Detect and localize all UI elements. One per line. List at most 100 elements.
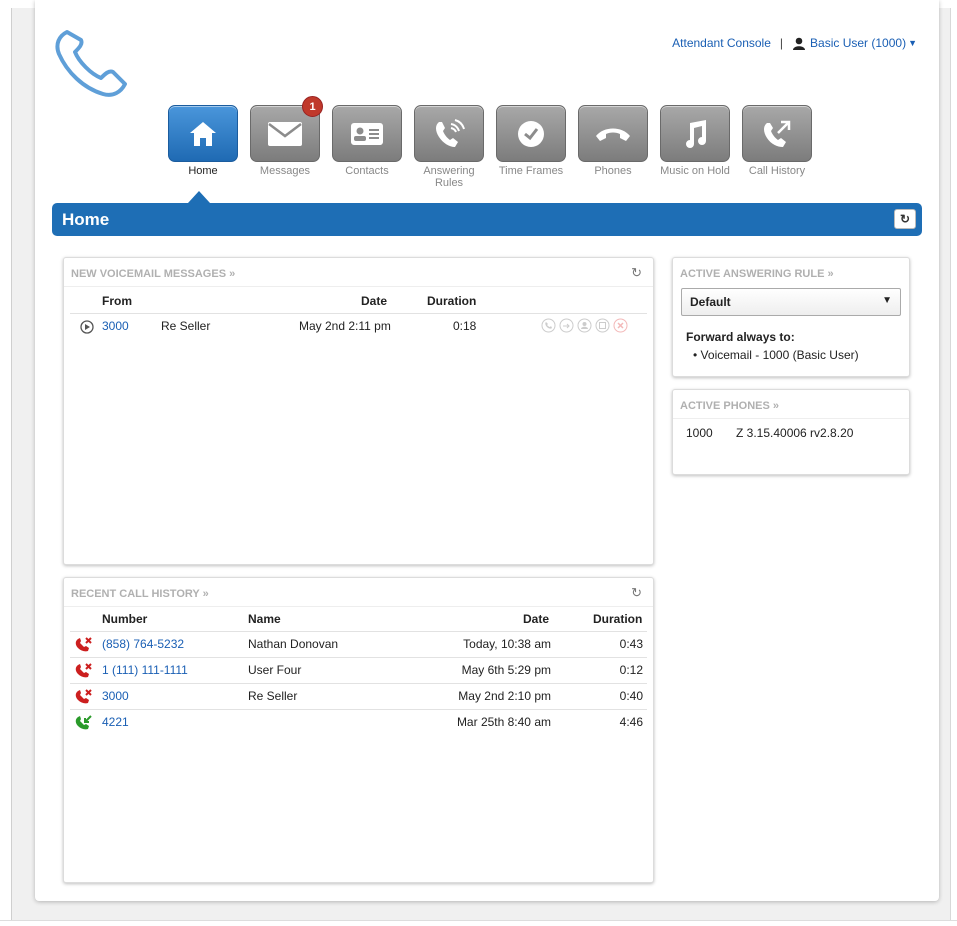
missed-call-icon <box>75 637 92 652</box>
voicemail-panel: NEW VOICEMAIL MESSAGES » ↻ From Date Dur… <box>63 257 654 565</box>
call-history-number[interactable]: (858) 764-5232 <box>102 637 184 651</box>
user-menu-label: Basic User (1000) <box>810 36 907 50</box>
incoming-call-icon <box>75 715 92 730</box>
forward-label: Forward always to: <box>686 330 795 344</box>
forward-item: • Voicemail - 1000 (Basic User) <box>693 348 859 362</box>
chevron-down-icon: ▼ <box>908 38 917 48</box>
call-back-icon[interactable] <box>541 318 556 333</box>
call-history-duration: 0:43 <box>619 637 643 651</box>
voicemail-from-name: Re Seller <box>161 319 211 333</box>
call-history-date: May 2nd 2:10 pm <box>458 689 551 703</box>
call-history-date: Today, 10:38 am <box>463 637 551 651</box>
nav-contacts[interactable]: Contacts <box>326 105 408 189</box>
call-history-col-duration: Duration <box>593 612 643 626</box>
voicemail-duration: 0:18 <box>453 319 477 333</box>
answering-rule-panel-header: ACTIVE ANSWERING RULE » <box>673 258 909 288</box>
play-icon[interactable] <box>80 320 94 334</box>
call-history-number[interactable]: 1 (111) 111-1111 <box>102 663 188 677</box>
call-history-date: May 6th 5:29 pm <box>461 663 551 677</box>
chevron-down-icon: ▼ <box>882 295 892 306</box>
contact-card-icon <box>351 122 383 145</box>
nav-contacts-label: Contacts <box>345 165 389 177</box>
nav-messages-label: Messages <box>259 165 311 177</box>
nav-home-label: Home <box>188 165 218 177</box>
call-history-col-name: Name <box>248 612 281 626</box>
delete-icon[interactable] <box>613 318 628 333</box>
missed-call-icon <box>75 689 92 704</box>
call-history-row[interactable]: 3000 Re Seller May 2nd 2:10 pm 0:40 <box>70 683 647 709</box>
nav-phones-label: Phones <box>594 165 632 177</box>
call-history-name: Nathan Donovan <box>248 637 339 651</box>
envelope-icon <box>268 121 302 146</box>
call-history-row[interactable]: (858) 764-5232 Nathan Donovan Today, 10:… <box>70 631 647 657</box>
call-history-row[interactable]: 1 (111) 111-1111 User Four May 6th 5:29 … <box>70 657 647 683</box>
nav-messages[interactable]: 1 Messages <box>244 96 326 189</box>
refresh-page-button[interactable]: ↻ <box>894 209 916 229</box>
nav-phones[interactable]: Phones <box>572 105 654 189</box>
call-history-col-number: Number <box>102 612 148 626</box>
voicemail-actions <box>541 318 628 333</box>
phone-rules-icon <box>436 118 465 147</box>
nav-music-on-hold-label: Music on Hold <box>660 165 730 177</box>
page-container: Attendant Console | Basic User (1000) ▼ … <box>35 0 939 901</box>
nav-time-frames-label: Time Frames <box>498 165 564 177</box>
attendant-console-link[interactable]: Attendant Console <box>672 36 771 50</box>
home-icon <box>190 121 216 146</box>
voicemail-date: May 2nd 2:11 pm <box>299 319 391 333</box>
nav-answering-rules-label: Answering Rules <box>423 165 475 189</box>
call-history-row[interactable]: 4221 Mar 25th 8:40 am 4:46 <box>70 709 647 735</box>
top-links-separator: | <box>779 36 784 50</box>
voicemail-col-from: From <box>102 294 132 308</box>
call-history-number[interactable]: 3000 <box>102 689 129 703</box>
refresh-icon[interactable]: ↻ <box>631 585 642 601</box>
active-phones-panel-title[interactable]: ACTIVE PHONES » <box>680 400 779 412</box>
user-menu[interactable]: Basic User (1000) ▼ <box>792 36 917 50</box>
nav-call-history-label: Call History <box>748 165 806 177</box>
answering-rule-selected: Default <box>690 295 731 309</box>
voicemail-panel-header: NEW VOICEMAIL MESSAGES » ↻ <box>64 258 653 287</box>
call-history-name: User Four <box>248 663 302 677</box>
nav-answering-rules[interactable]: Answering Rules <box>408 105 490 189</box>
call-history-panel-header: RECENT CALL HISTORY » ↻ <box>64 578 653 607</box>
music-note-icon <box>686 119 706 148</box>
call-history-duration: 4:46 <box>619 715 643 729</box>
active-phone-model: Z 3.15.40006 rv2.8.20 <box>736 426 854 440</box>
answering-rule-panel: ACTIVE ANSWERING RULE » Default ▼ Forwar… <box>672 257 910 377</box>
voicemail-panel-title[interactable]: NEW VOICEMAIL MESSAGES » <box>71 268 235 280</box>
nav-call-history[interactable]: Call History <box>736 105 818 189</box>
call-history-duration: 0:40 <box>619 689 643 703</box>
active-phones-panel-header: ACTIVE PHONES » <box>673 390 909 419</box>
forward-item-text: Voicemail - 1000 (Basic User) <box>700 348 859 362</box>
forward-icon[interactable] <box>559 318 574 333</box>
clock-icon <box>518 120 544 147</box>
bottom-divider <box>0 920 957 921</box>
call-history-panel-title[interactable]: RECENT CALL HISTORY » <box>71 588 209 600</box>
call-history-date: Mar 25th 8:40 am <box>456 715 551 729</box>
active-phones-panel: ACTIVE PHONES » 1000 Z 3.15.40006 rv2.8.… <box>672 389 910 475</box>
call-history-icon <box>764 120 791 147</box>
save-contact-icon[interactable] <box>577 318 592 333</box>
save-message-icon[interactable] <box>595 318 610 333</box>
top-links: Attendant Console | Basic User (1000) ▼ <box>672 36 917 50</box>
nav-music-on-hold[interactable]: Music on Hold <box>654 105 736 189</box>
refresh-icon[interactable]: ↻ <box>631 265 642 281</box>
nav-time-frames[interactable]: Time Frames <box>490 105 572 189</box>
user-icon <box>793 37 806 50</box>
page-title: Home <box>62 210 110 229</box>
messages-count-badge: 1 <box>302 96 323 117</box>
refresh-icon: ↻ <box>899 212 911 226</box>
answering-rule-panel-title[interactable]: ACTIVE ANSWERING RULE » <box>680 268 834 280</box>
handset-icon <box>596 128 630 141</box>
page-title-bar: Home ↻ <box>52 203 922 236</box>
voicemail-col-duration: Duration <box>427 294 477 308</box>
call-history-duration: 0:12 <box>619 663 643 677</box>
active-phone-row: 1000 Z 3.15.40006 rv2.8.20 <box>673 419 909 445</box>
call-history-col-date: Date <box>523 612 550 626</box>
nav-home[interactable]: Home <box>162 105 244 189</box>
answering-rule-select[interactable]: Default ▼ <box>681 288 901 316</box>
main-nav: Home 1 Messages Contacts Answering Rules… <box>162 96 818 189</box>
call-history-panel: RECENT CALL HISTORY » ↻ Number Name Date… <box>63 577 654 883</box>
voicemail-row[interactable]: 3000 Re Seller May 2nd 2:11 pm 0:18 <box>70 313 647 339</box>
voicemail-from-number[interactable]: 3000 <box>102 319 129 333</box>
call-history-number[interactable]: 4221 <box>102 715 129 729</box>
